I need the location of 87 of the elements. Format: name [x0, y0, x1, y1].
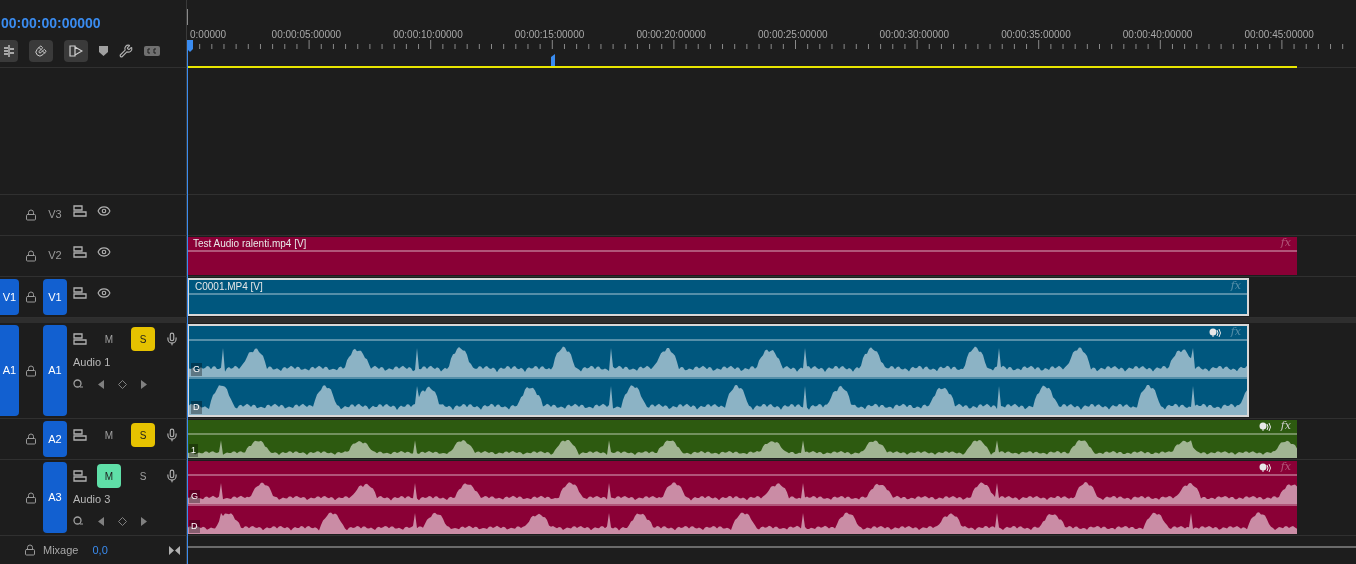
channel-label: 1 [189, 443, 198, 457]
linked-selection-icon [69, 45, 83, 57]
eye-icon[interactable] [97, 204, 111, 218]
track-target-toggle[interactable]: A3 [43, 462, 67, 533]
clip-name: C0001.MP4 [V] [195, 280, 263, 294]
timecode[interactable]: 00:00:00:00000 [0, 13, 186, 34]
next-keyframe-icon[interactable] [141, 379, 147, 389]
magnet-icon [35, 45, 47, 57]
speaker-icon [1258, 462, 1271, 473]
toggle-output-icon[interactable] [73, 429, 87, 441]
clip-name: Test Audio ralenti.mp4 [V] [193, 237, 307, 251]
audio-clip[interactable]: fx G D [187, 461, 1297, 534]
audio-clip[interactable]: fx 1 [187, 420, 1297, 458]
channel-label: D [191, 400, 202, 414]
toggle-output-icon[interactable] [73, 205, 87, 217]
source-patch[interactable]: V1 [0, 279, 19, 315]
insert-icon [3, 45, 15, 57]
mute-button[interactable]: M [97, 423, 121, 447]
track-name: Audio 3 [73, 492, 112, 507]
fx-label: fx [1280, 461, 1291, 476]
keyframe-zoom-icon[interactable] [73, 515, 84, 527]
mute-button[interactable]: M [97, 327, 121, 351]
keyframe-zoom-icon[interactable] [73, 378, 84, 390]
lock-icon[interactable] [24, 544, 36, 556]
ruler-label: 00:00:30:00000 [879, 28, 950, 42]
microphone-icon[interactable] [165, 428, 179, 442]
captions-icon[interactable] [144, 46, 160, 56]
audio-clip[interactable]: fx G D [187, 324, 1249, 417]
previous-keyframe-icon[interactable] [98, 516, 104, 526]
ruler-label: 00:00:15:00000 [514, 28, 585, 42]
eye-icon[interactable] [97, 245, 111, 259]
settings-icon[interactable] [119, 44, 133, 58]
fx-label: fx [1230, 326, 1241, 341]
mix-volume-value[interactable]: 0,0 [92, 541, 108, 559]
add-keyframe-icon[interactable] [118, 379, 127, 389]
collapse-icon[interactable] [169, 545, 180, 555]
solo-button[interactable]: S [131, 464, 155, 488]
ruler-label: 00:00:10:00000 [393, 28, 463, 42]
microphone-icon[interactable] [165, 469, 179, 483]
lock-icon[interactable] [25, 250, 37, 262]
solo-button[interactable]: S [131, 327, 155, 351]
ruler-label: 0:00000 [190, 28, 227, 42]
toggle-output-icon[interactable] [73, 333, 87, 345]
ruler-label: 00:00:40:00000 [1122, 28, 1193, 42]
ruler-label: 00:00:20:00000 [636, 28, 706, 42]
toggle-output-icon[interactable] [73, 470, 87, 482]
video-clip[interactable]: Test Audio ralenti.mp4 [V] fx [187, 237, 1297, 275]
snap-button[interactable] [29, 40, 53, 62]
lock-icon[interactable] [25, 491, 37, 504]
source-patch[interactable]: A1 [0, 325, 19, 416]
channel-label: D [189, 519, 200, 533]
video-clip[interactable]: C0001.MP4 [V] fx [187, 278, 1249, 316]
insert-sequence-button[interactable] [0, 40, 18, 62]
track-target-toggle[interactable]: V2 [43, 236, 67, 274]
mute-button[interactable]: M [97, 464, 121, 488]
track-target-toggle[interactable]: A2 [43, 421, 67, 457]
lock-icon[interactable] [25, 209, 37, 221]
lock-icon[interactable] [25, 433, 37, 445]
linked-selection-button[interactable] [64, 40, 88, 62]
microphone-icon[interactable] [165, 332, 179, 346]
track-target-toggle[interactable]: A1 [43, 325, 67, 416]
toggle-output-icon[interactable] [73, 287, 87, 299]
track-name: Audio 1 [73, 355, 112, 370]
eye-icon[interactable] [97, 286, 111, 300]
in-point-marker-icon[interactable] [551, 54, 555, 67]
track-target-toggle[interactable]: V1 [43, 279, 67, 315]
fx-label: fx [1230, 280, 1241, 295]
previous-keyframe-icon[interactable] [98, 379, 104, 389]
ruler-label: 00:00:05:00000 [271, 28, 342, 42]
ruler-label: 00:00:45:00000 [1244, 28, 1314, 42]
solo-button[interactable]: S [131, 423, 155, 447]
ruler-label: 00:00:35:00000 [1001, 28, 1071, 42]
fx-label: fx [1280, 420, 1291, 435]
speaker-icon [1258, 421, 1271, 432]
marker-icon[interactable] [99, 46, 108, 56]
fx-label: fx [1280, 237, 1291, 252]
add-keyframe-icon[interactable] [118, 516, 127, 526]
track-target-toggle[interactable]: V3 [43, 195, 67, 233]
lock-icon[interactable] [25, 291, 37, 303]
speaker-icon [1208, 327, 1221, 338]
toggle-output-icon[interactable] [73, 246, 87, 258]
ruler-label: 00:00:25:00000 [758, 28, 828, 42]
channel-label: G [189, 489, 200, 503]
lock-icon[interactable] [25, 364, 37, 377]
channel-label: G [191, 362, 202, 376]
next-keyframe-icon[interactable] [141, 516, 147, 526]
mix-label: Mixage [43, 542, 79, 558]
